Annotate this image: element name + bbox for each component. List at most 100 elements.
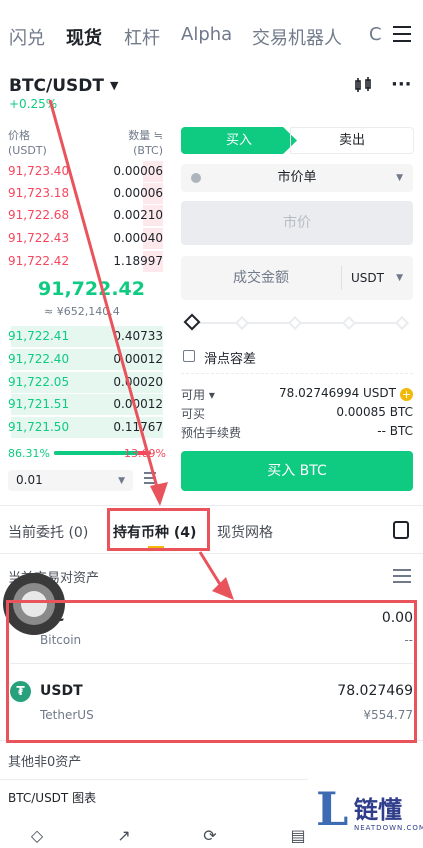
nav-swap[interactable]: 闪兑	[9, 24, 45, 50]
can-buy-value: 0.00085 BTC	[336, 405, 413, 419]
qty-header-unit: (BTC)	[133, 144, 163, 157]
caret-down-icon: ▼	[118, 476, 125, 486]
kline-icon[interactable]	[353, 77, 373, 93]
tab-spot-grid[interactable]: 现货网格	[217, 522, 273, 542]
available-value: 78.02746994 USDT	[279, 386, 396, 400]
home-icon[interactable]: ◇	[27, 826, 47, 845]
nav-alpha[interactable]: Alpha	[181, 24, 232, 45]
bid-row[interactable]: 91,722.40 0.00012	[0, 349, 163, 370]
annotation-arrow-line	[198, 551, 228, 595]
bid-qty: 0.00020	[113, 375, 163, 389]
more-options-icon[interactable]: ···	[391, 74, 412, 95]
amount-input[interactable]: 成交金额 USDT ▼	[181, 256, 413, 300]
plus-icon[interactable]: +	[400, 388, 413, 401]
ask-qty: 0.00210	[113, 208, 163, 222]
can-buy-label: 可买	[181, 407, 206, 421]
orders-tabs: 当前委托 (0) 持有币种 (4) 现货网格	[0, 512, 423, 552]
qty-column-header[interactable]: 数量 ≒ (BTC)	[110, 128, 163, 158]
sell-tab[interactable]: 卖出	[290, 127, 414, 154]
price-column-header: 价格 (USDT)	[8, 128, 47, 158]
nav-more-partial[interactable]: C	[369, 24, 382, 45]
bid-qty: 0.40733	[113, 329, 163, 343]
annotation-arrow-head	[212, 577, 234, 600]
buy-btc-button[interactable]: 买入 BTC	[181, 451, 413, 491]
ask-row[interactable]: 91,723.40 0.00006	[0, 161, 163, 182]
price-header-label: 价格	[8, 129, 30, 142]
last-price: 91,722.42	[38, 278, 145, 300]
ask-row[interactable]: 91,722.42 1.18997	[0, 251, 163, 272]
bid-qty: 0.00012	[113, 397, 163, 411]
watermark: L 链懂 NEATDOWN.COM	[308, 778, 423, 848]
futures-icon[interactable]: ▤	[288, 826, 308, 845]
ask-qty: 0.00006	[113, 186, 163, 200]
slippage-checkbox[interactable]	[183, 350, 195, 362]
fee-value: -- BTC	[377, 424, 413, 438]
annotation-box-holdings-tab	[107, 508, 210, 551]
nav-margin[interactable]: 杠杆	[124, 24, 160, 50]
bid-row[interactable]: 91,721.51 0.00012	[0, 394, 163, 415]
pair-change: +0.25%	[9, 97, 58, 111]
section-divider	[0, 505, 423, 506]
fee-row: 预估手续费 -- BTC	[181, 424, 413, 442]
slider-thumb[interactable]	[183, 313, 201, 331]
ask-price: 91,722.42	[8, 254, 70, 268]
hamburger-menu-icon[interactable]	[393, 26, 411, 42]
qty-header-label: 数量 ≒	[128, 129, 163, 142]
precision-value: 0.01	[16, 473, 43, 487]
divider	[341, 266, 342, 290]
slider-step-25[interactable]	[234, 315, 250, 331]
available-label[interactable]: 可用 ▾	[181, 386, 215, 403]
slippage-label[interactable]: 滑点容差	[204, 348, 256, 367]
ask-row[interactable]: 91,722.43 0.00040	[0, 228, 163, 249]
ask-price: 91,722.68	[8, 208, 70, 222]
buy-ratio: 86.31%	[8, 447, 50, 460]
annotation-box-assets	[6, 600, 417, 743]
slider-step-100[interactable]	[394, 315, 410, 331]
orderbook-layout-icon[interactable]	[144, 472, 156, 486]
ask-row[interactable]: 91,723.18 0.00006	[0, 183, 163, 204]
fee-label: 预估手续费	[181, 426, 242, 440]
ask-row[interactable]: 91,722.68 0.00210	[0, 205, 163, 226]
slider-step-50[interactable]	[287, 315, 303, 331]
fiat-price: ≈ ¥652,140.4	[44, 305, 120, 318]
watermark-url: NEATDOWN.COM	[354, 824, 423, 832]
bid-qty: 0.00012	[113, 352, 163, 366]
trade-icon[interactable]: ⟳	[200, 826, 220, 845]
ask-price: 91,723.40	[8, 164, 70, 178]
can-buy-row: 可买 0.00085 BTC	[181, 405, 413, 423]
watermark-logo: L	[316, 782, 349, 836]
watermark-brand: 链懂	[354, 796, 402, 824]
amount-unit[interactable]: USDT	[351, 256, 384, 300]
ask-qty: 0.00040	[113, 231, 163, 245]
caret-down-icon: ▼	[396, 273, 403, 283]
buy-tab[interactable]: 买入	[181, 127, 297, 154]
bid-price: 91,722.40	[8, 352, 70, 366]
filter-icon[interactable]	[393, 569, 411, 583]
bid-price: 91,721.50	[8, 420, 70, 434]
nav-spot[interactable]: 现货	[66, 24, 102, 50]
bid-row[interactable]: 91,721.50 0.11767	[0, 417, 163, 438]
bid-row[interactable]: 91,722.41 0.40733	[0, 326, 163, 347]
price-header-unit: (USDT)	[8, 144, 47, 157]
order-type-value: 市价单	[277, 170, 317, 185]
order-type-select[interactable]: 市价单 ▼	[181, 164, 413, 192]
price-input: 市价	[181, 201, 413, 245]
bid-row[interactable]: 91,722.05 0.00020	[0, 372, 163, 393]
order-history-icon[interactable]	[393, 521, 409, 539]
amount-placeholder: 成交金额	[233, 270, 289, 286]
nav-trading-bots[interactable]: 交易机器人	[252, 24, 342, 50]
precision-select[interactable]: 0.01 ▼	[8, 470, 133, 491]
pair-symbol: BTC/USDT	[9, 76, 104, 96]
ask-qty: 0.00006	[113, 164, 163, 178]
bid-price: 91,721.51	[8, 397, 70, 411]
pair-chart-link[interactable]: BTC/USDT 图表	[8, 789, 96, 806]
markets-icon[interactable]: ↗	[114, 826, 134, 845]
other-assets-title[interactable]: 其他非0资产	[8, 751, 81, 770]
info-icon[interactable]	[191, 173, 201, 183]
caret-down-icon: ▼	[396, 173, 403, 183]
ask-qty: 1.18997	[113, 254, 163, 268]
pair-selector[interactable]: BTC/USDT ▼	[9, 76, 118, 96]
tab-open-orders[interactable]: 当前委托 (0)	[8, 522, 88, 542]
slider-step-75[interactable]	[341, 315, 357, 331]
bid-qty: 0.11767	[113, 420, 163, 434]
